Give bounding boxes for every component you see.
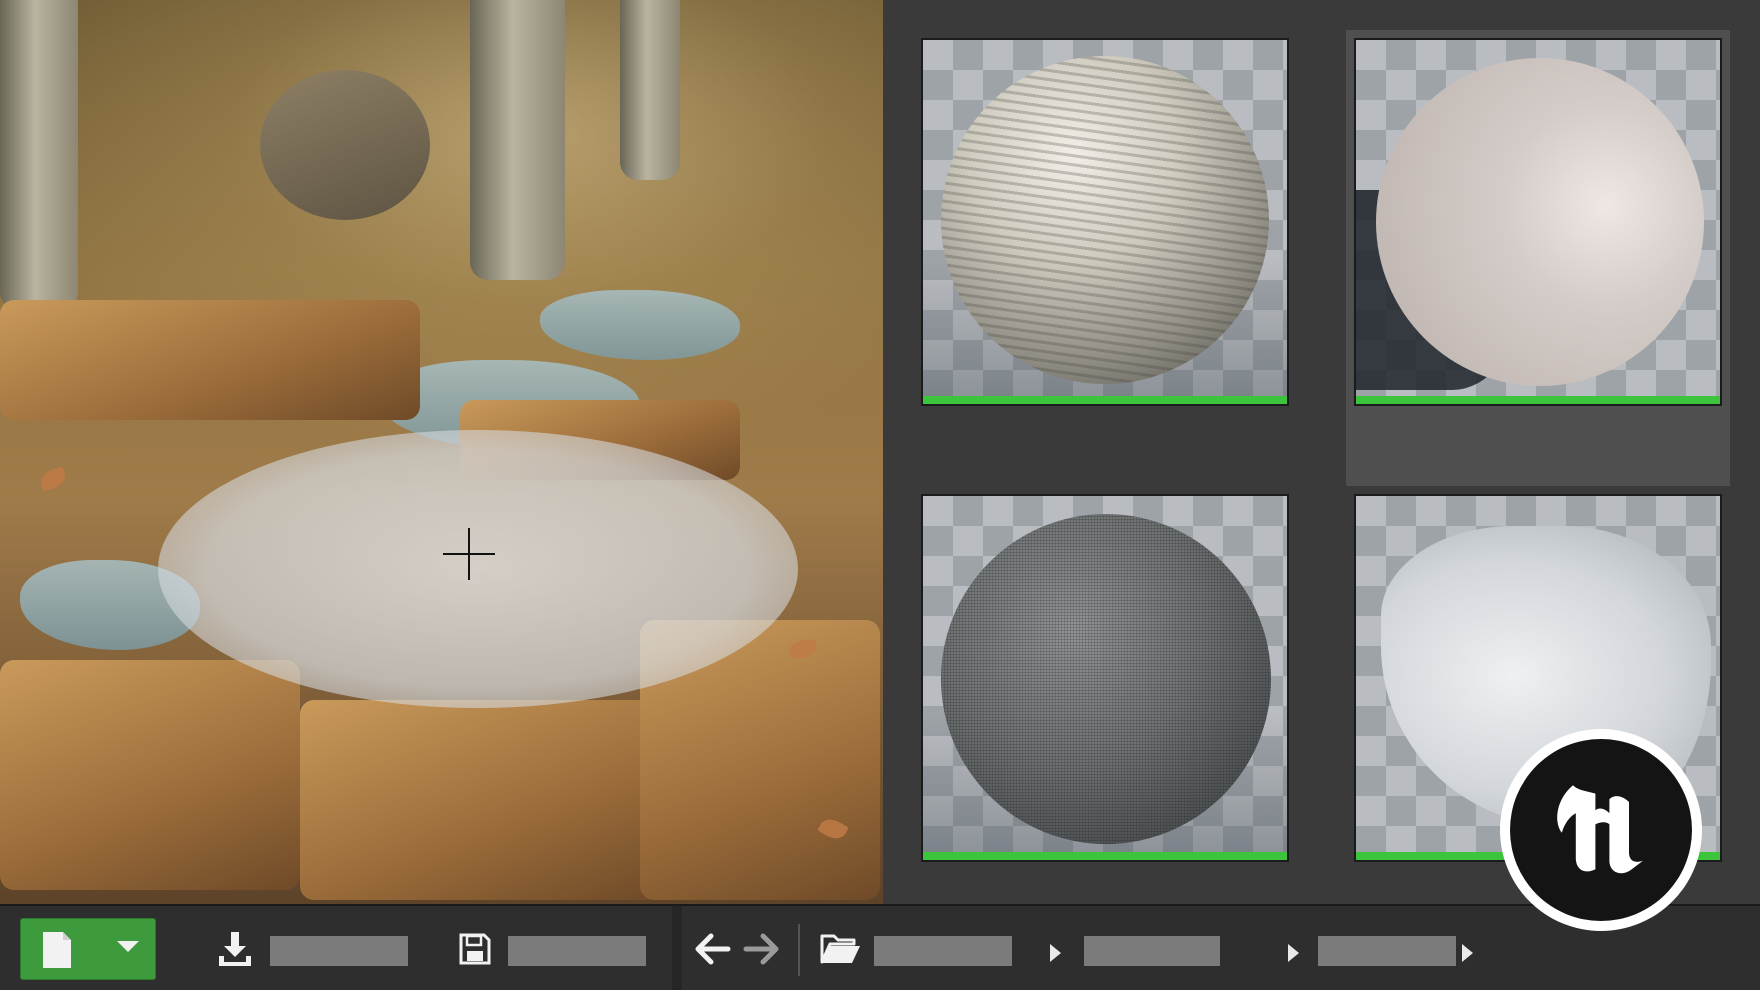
arrow-right-icon: [743, 933, 779, 965]
concrete-sphere-preview: [941, 514, 1271, 844]
toolbar-divider: [798, 924, 800, 976]
chevron-right-icon[interactable]: [1288, 944, 1299, 962]
rock: [260, 70, 430, 220]
chevron-right-icon[interactable]: [1050, 944, 1061, 962]
toolbar-actions-group: [0, 906, 672, 990]
save-all-label[interactable]: [508, 936, 646, 966]
asset-type-color-bar: [1356, 396, 1720, 404]
thumbnail: [923, 40, 1287, 398]
asset-tile-plain-material[interactable]: [1354, 38, 1722, 406]
level-viewport[interactable]: [0, 0, 883, 904]
breadcrumb-segment[interactable]: [1318, 936, 1456, 966]
tree-trunk: [470, 0, 565, 280]
tree-trunk: [620, 0, 680, 180]
asset-tile-concrete-material[interactable]: [921, 494, 1289, 862]
import-label[interactable]: [270, 936, 408, 966]
add-new-button[interactable]: [20, 918, 156, 980]
history-back-button[interactable]: [692, 924, 734, 974]
history-forward-button[interactable]: [740, 924, 782, 974]
marble-sphere-preview: [941, 56, 1269, 384]
sources-panel-button[interactable]: [820, 924, 862, 974]
crosshair-cursor: [443, 528, 495, 580]
import-button[interactable]: [214, 924, 256, 974]
asset-type-color-bar: [923, 852, 1287, 860]
rock: [0, 660, 300, 890]
leaf: [37, 466, 69, 492]
rock: [300, 700, 660, 900]
arrow-left-icon: [695, 933, 731, 965]
content-browser-toolbar: [0, 904, 1760, 990]
tree-trunk: [0, 0, 78, 310]
thumbnail: [1356, 40, 1720, 398]
download-icon: [219, 932, 251, 966]
save-all-button[interactable]: [454, 924, 496, 974]
folder-open-icon: [820, 934, 860, 964]
editor-window: [0, 0, 1760, 990]
chevron-right-icon[interactable]: [1462, 944, 1473, 962]
breadcrumb-segment[interactable]: [874, 936, 1012, 966]
asset-tile-marble-material[interactable]: [921, 38, 1289, 406]
rock: [0, 300, 420, 420]
unreal-u-glyph: [1557, 785, 1643, 874]
thumbnail: [923, 496, 1287, 854]
plain-sphere-preview: [1376, 58, 1704, 386]
document-icon: [43, 932, 71, 968]
save-disk-icon: [459, 933, 491, 965]
breadcrumb-segment[interactable]: [1084, 936, 1220, 966]
asset-type-color-bar: [923, 396, 1287, 404]
chevron-down-icon: [117, 941, 139, 952]
unreal-engine-logo: [1500, 729, 1702, 931]
